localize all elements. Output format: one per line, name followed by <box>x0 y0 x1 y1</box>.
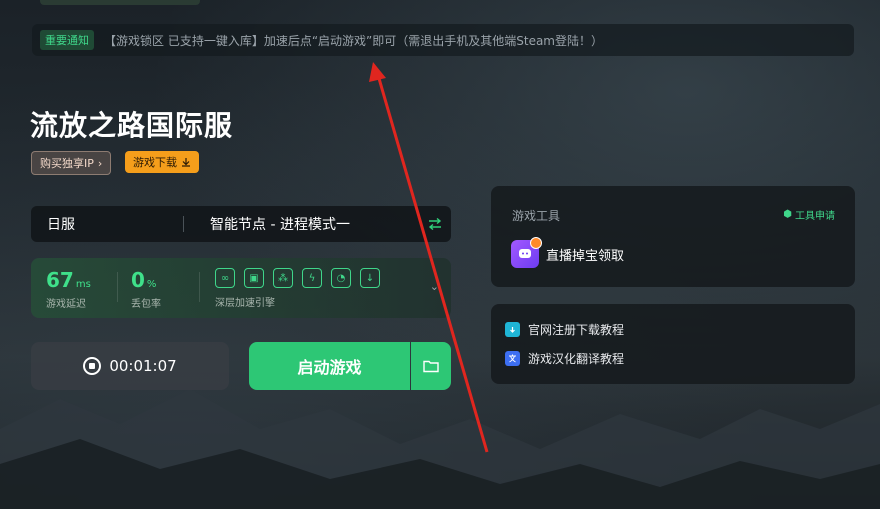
tools-heading: 游戏工具 <box>512 209 561 223</box>
folder-icon <box>423 360 439 373</box>
folder-button[interactable] <box>411 342 451 390</box>
game-download-button[interactable]: 游戏下载 <box>125 151 199 173</box>
tutorial-label: 游戏汉化翻译教程 <box>528 352 625 366</box>
latency-stat: 67 ms 游戏延迟 <box>46 268 91 310</box>
cube-icon: ⬢ <box>783 209 792 220</box>
notice-bar: 重要通知 【游戏锁区 已支持一键入库】加速后点“启动游戏”即可（需退出手机及其他… <box>32 24 854 56</box>
buy-ip-label: 购买独享IP <box>40 157 94 170</box>
latency-unit: ms <box>75 279 91 290</box>
notice-text: 【游戏锁区 已支持一键入库】加速后点“启动游戏”即可（需退出手机及其他端Stea… <box>104 33 603 48</box>
tutorial-item-translate[interactable]: 游戏汉化翻译教程 <box>505 350 624 367</box>
tutorial-panel: 官网注册下载教程 游戏汉化翻译教程 <box>491 304 855 384</box>
top-edge-decoration <box>40 0 200 5</box>
download-icon <box>182 158 190 167</box>
buy-ip-button[interactable]: 购买独享IP › <box>31 151 112 175</box>
download-circle-icon[interactable]: ↓ <box>360 268 380 288</box>
packet-loss-stat: 0% 丢包率 <box>131 268 161 310</box>
stats-panel: 67 ms 游戏延迟 0% 丢包率 ∞ ▣ ⁂ ϟ ◔ ↓ 深层加速引擎 ⌄ <box>31 258 451 318</box>
launch-game-button[interactable]: 启动游戏 <box>249 342 410 390</box>
server-selector[interactable]: 日服 智能节点 - 进程模式一 <box>31 206 451 242</box>
live-drop-icon <box>511 237 542 268</box>
latency-label: 游戏延迟 <box>46 299 86 310</box>
server-region[interactable]: 日服 <box>31 214 183 234</box>
game-title: 流放之路国际服 <box>30 109 234 142</box>
record-stop-icon <box>83 357 102 375</box>
accel-label: 深层加速引擎 <box>215 298 275 309</box>
translate-icon <box>505 351 520 366</box>
chevron-down-icon[interactable]: ⌄ <box>430 280 439 293</box>
session-timer[interactable]: 00:01:07 <box>31 342 229 390</box>
nodes-icon[interactable]: ⁂ <box>273 268 293 288</box>
timer-value: 00:01:07 <box>109 357 177 375</box>
tool-apply-label: 工具申请 <box>795 211 835 222</box>
swap-icon[interactable] <box>419 218 451 230</box>
game-download-label: 游戏下载 <box>133 156 177 169</box>
tutorial-item-register[interactable]: 官网注册下载教程 <box>505 321 624 338</box>
mountain-backdrop <box>0 389 880 509</box>
loss-value: 0 <box>131 268 145 292</box>
server-node[interactable]: 智能节点 - 进程模式一 <box>210 214 419 234</box>
stat-divider <box>117 272 118 302</box>
loss-label: 丢包率 <box>131 299 161 310</box>
gauge-icon[interactable]: ◔ <box>331 268 351 288</box>
tool-apply-link[interactable]: ⬢ 工具申请 <box>783 207 835 222</box>
live-drop-label: 直播掉宝领取 <box>546 248 625 264</box>
accel-engine: ∞ ▣ ⁂ ϟ ◔ ↓ 深层加速引擎 <box>215 268 380 309</box>
tutorial-label: 官网注册下载教程 <box>528 323 625 337</box>
screen-icon[interactable]: ▣ <box>244 268 264 288</box>
bolt-icon[interactable]: ϟ <box>302 268 322 288</box>
latency-value: 67 <box>46 268 74 292</box>
chevron-right-icon: › <box>97 156 103 170</box>
loss-unit: % <box>146 279 157 290</box>
cloud-download-icon <box>505 322 520 337</box>
stat-divider <box>199 272 200 302</box>
game-tools-panel: 游戏工具 ⬢ 工具申请 直播掉宝领取 <box>491 186 855 287</box>
live-drop-item[interactable]: 直播掉宝领取 <box>511 237 625 268</box>
notice-tag: 重要通知 <box>40 30 94 50</box>
server-divider <box>183 216 184 232</box>
link-icon[interactable]: ∞ <box>215 268 235 288</box>
